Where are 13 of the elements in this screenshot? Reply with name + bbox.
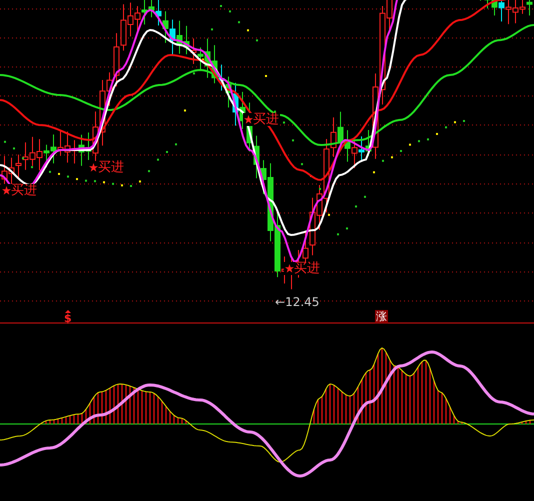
buy-signal-label: 买进 — [294, 262, 320, 275]
star-icon — [2, 186, 11, 195]
signal-badge: 涨 — [375, 310, 388, 323]
star-icon — [244, 115, 253, 124]
buy-signal-label: 买进 — [98, 161, 124, 174]
low-price-label: 12.45 — [285, 296, 320, 308]
caret-icon — [64, 310, 71, 313]
buy-signal-label: 买进 — [253, 113, 279, 126]
star-icon — [89, 163, 98, 172]
star-icon — [285, 264, 294, 273]
arrow-icon: ← — [275, 296, 286, 308]
signal-mark: $ — [64, 313, 72, 324]
buy-signal-label: 买进 — [11, 184, 37, 197]
